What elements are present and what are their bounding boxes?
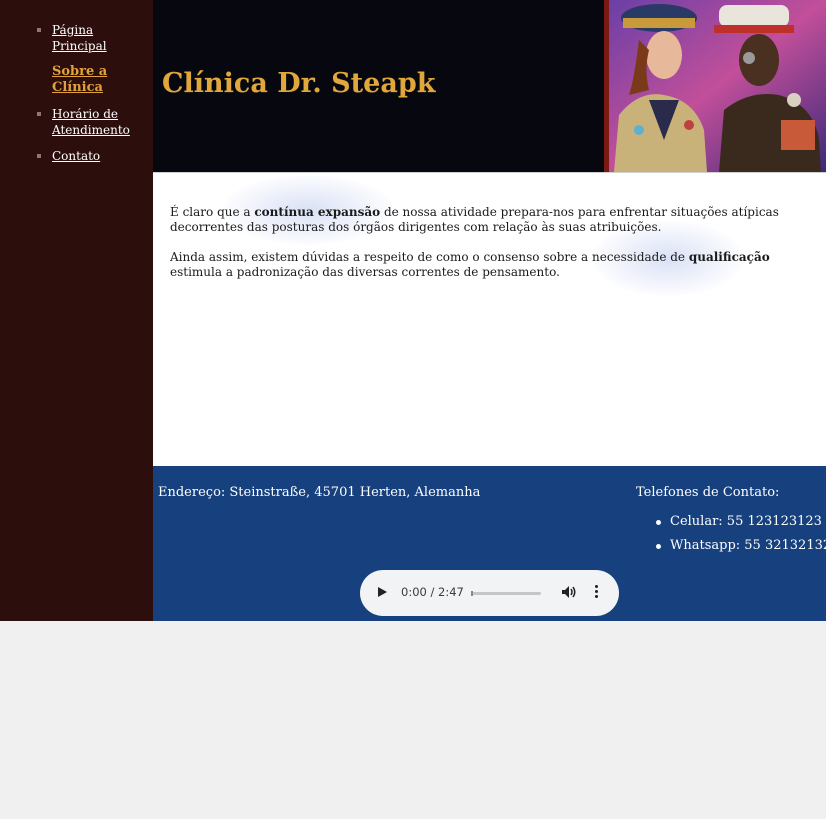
play-icon[interactable] — [378, 587, 387, 597]
header: Clínica Dr. Steapk — [153, 0, 826, 172]
text: É claro que a — [170, 205, 255, 219]
steampunk-couple-illustration — [604, 0, 826, 172]
nav-link-home[interactable]: Página Principal — [52, 22, 142, 54]
phones-title: Telefones de Contato: — [636, 485, 780, 500]
phone-item-whatsapp: Whatsapp: 55 321321321 — [653, 538, 826, 553]
main-content: É claro que a contínua expansão de nossa… — [153, 172, 826, 466]
bold-text: contínua expansão — [254, 205, 381, 219]
nav-link-contact[interactable]: Contato — [52, 148, 142, 164]
footer: Endereço: Steinstraße, 45701 Herten, Ale… — [153, 466, 826, 621]
sidebar-nav: Página Principal Sobre a Clínica Horário… — [0, 0, 153, 621]
paragraph-second: Ainda assim, existem dúvidas a respeito … — [170, 250, 810, 280]
volume-icon[interactable] — [561, 584, 577, 600]
nav-item-home: Página Principal — [0, 22, 153, 54]
bullet — [37, 112, 41, 116]
nav-item-hours: Horário de Atendimento — [0, 106, 153, 138]
nav-item-about: Sobre a Clínica — [0, 64, 153, 96]
audio-player: 0:00 / 2:47 — [360, 570, 619, 616]
nav-item-contact: Contato — [0, 148, 153, 164]
paragraph-intro: É claro que a contínua expansão de nossa… — [170, 205, 810, 235]
address: Endereço: Steinstraße, 45701 Herten, Ale… — [158, 485, 481, 500]
audio-time: 0:00 / 2:47 — [401, 585, 464, 599]
site-title: Clínica Dr. Steapk — [162, 68, 436, 99]
page: Página Principal Sobre a Clínica Horário… — [0, 0, 826, 621]
bullet — [37, 28, 41, 32]
more-vert-icon[interactable] — [593, 585, 599, 601]
bold-text: qualificação — [688, 250, 770, 264]
phone-list: Celular: 55 123123123 Whatsapp: 55 32132… — [653, 514, 826, 562]
text: estimula a padronização das diversas cor… — [170, 265, 560, 279]
nav-link-hours[interactable]: Horário de Atendimento — [52, 106, 142, 138]
audio-progress-bar[interactable] — [471, 591, 541, 596]
phone-item-mobile: Celular: 55 123123123 — [653, 514, 826, 529]
text: Ainda assim, existem dúvidas a respeito … — [170, 250, 689, 264]
nav-list: Página Principal Sobre a Clínica Horário… — [0, 0, 153, 164]
illustration-svg — [609, 0, 826, 172]
nav-link-about[interactable]: Sobre a Clínica — [52, 64, 142, 96]
bullet — [37, 154, 41, 158]
progress-knob[interactable] — [471, 591, 473, 596]
